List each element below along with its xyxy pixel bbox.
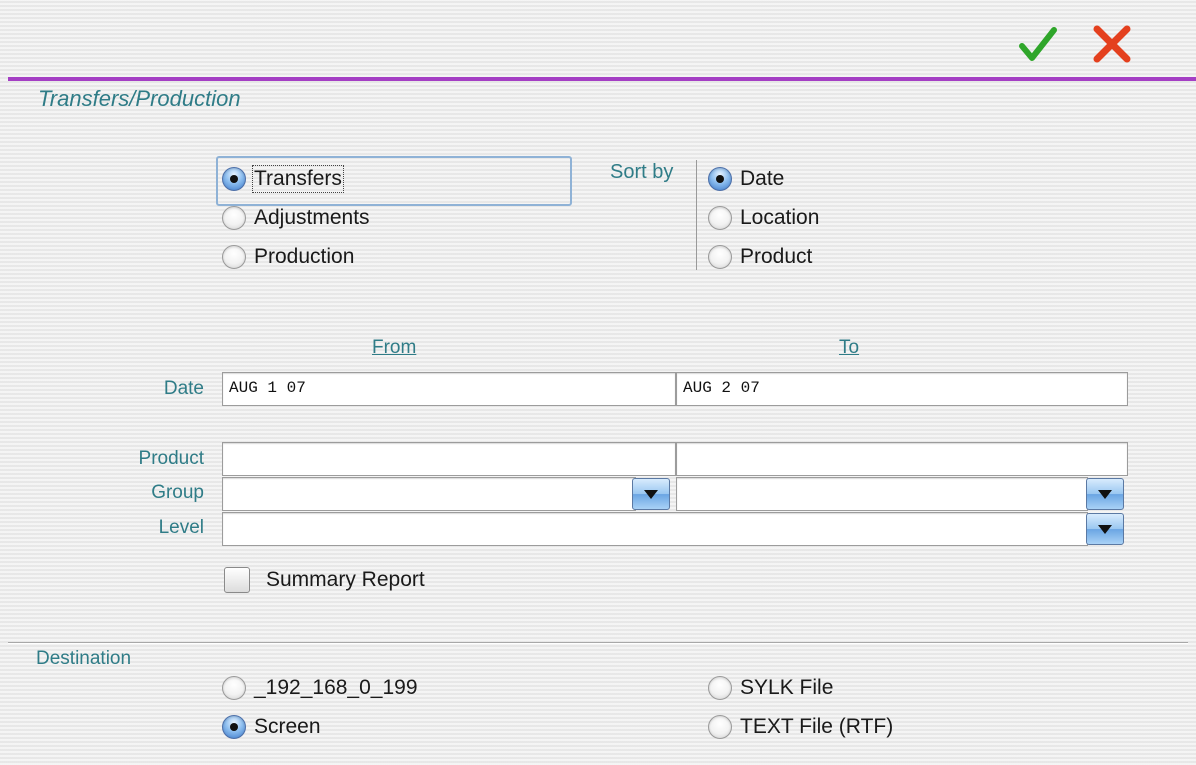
summary-report-checkbox-row[interactable]: Summary Report <box>224 562 425 598</box>
radio-dest-screen[interactable]: Screen <box>222 709 418 745</box>
product-to-field[interactable] <box>676 442 1128 476</box>
radio-label: Screen <box>254 715 321 738</box>
radio-label: Production <box>254 245 355 268</box>
radio-label: Transfers <box>252 165 344 193</box>
group-to-field[interactable] <box>676 477 1088 511</box>
radio-label: _192_168_0_199 <box>254 676 418 699</box>
level-field[interactable] <box>222 512 1088 546</box>
destination-label: Destination <box>36 648 132 669</box>
radio-button[interactable] <box>222 206 246 230</box>
radio-button[interactable] <box>222 167 246 191</box>
radio-button[interactable] <box>708 676 732 700</box>
radio-dest-sylk[interactable]: SYLK File <box>708 670 893 706</box>
header-divider <box>8 77 1196 81</box>
radio-dest-printer[interactable]: _192_168_0_199 <box>222 670 418 706</box>
radio-label: Date <box>740 167 785 190</box>
radio-label: Adjustments <box>254 206 370 229</box>
radio-sort-date[interactable]: Date <box>708 161 819 197</box>
radio-label: Product <box>740 245 813 268</box>
summary-report-checkbox[interactable] <box>224 567 250 593</box>
radio-button[interactable] <box>222 715 246 739</box>
chevron-down-icon <box>1098 524 1112 534</box>
radio-adjustments[interactable]: Adjustments <box>222 200 370 236</box>
radio-production[interactable]: Production <box>222 239 370 275</box>
radio-sort-product[interactable]: Product <box>708 239 819 275</box>
section-divider-highlight <box>8 643 1188 644</box>
chevron-down-icon <box>644 489 658 499</box>
sort-group: Date Location Product <box>708 161 819 275</box>
date-label: Date <box>163 378 204 399</box>
group-from-field[interactable] <box>222 477 636 511</box>
destination-group-right: SYLK File TEXT File (RTF) <box>708 670 893 745</box>
group-label: Group <box>151 482 204 503</box>
to-header: To <box>839 337 860 358</box>
radio-button[interactable] <box>708 206 732 230</box>
radio-dest-text[interactable]: TEXT File (RTF) <box>708 709 893 745</box>
sort-by-label: Sort by <box>610 161 674 183</box>
destination-group-left: _192_168_0_199 Screen <box>222 670 418 745</box>
radio-button[interactable] <box>708 715 732 739</box>
page-title: Transfers/Production <box>38 86 241 111</box>
radio-button[interactable] <box>708 245 732 269</box>
product-label: Product <box>138 448 204 469</box>
from-header: From <box>372 337 417 358</box>
level-label: Level <box>158 517 204 538</box>
radio-sort-location[interactable]: Location <box>708 200 819 236</box>
date-to-field[interactable]: AUG 2 07 <box>676 372 1128 406</box>
radio-transfers[interactable]: Transfers <box>222 161 370 197</box>
date-from-field[interactable]: AUG 1 07 <box>222 372 676 406</box>
radio-label: Location <box>740 206 820 229</box>
radio-button[interactable] <box>708 167 732 191</box>
sort-divider <box>696 160 697 270</box>
report-type-group: Transfers Adjustments Production <box>222 161 370 275</box>
radio-label: SYLK File <box>740 676 834 699</box>
group-from-dropdown[interactable] <box>632 478 670 510</box>
close-icon[interactable] <box>1090 22 1134 66</box>
radio-button[interactable] <box>222 245 246 269</box>
checkmark-icon[interactable] <box>1016 24 1060 68</box>
group-to-dropdown[interactable] <box>1086 478 1124 510</box>
chevron-down-icon <box>1098 489 1112 499</box>
product-from-field[interactable] <box>222 442 676 476</box>
summary-report-label: Summary Report <box>266 568 425 591</box>
radio-button[interactable] <box>222 676 246 700</box>
radio-label: TEXT File (RTF) <box>740 715 894 738</box>
level-dropdown[interactable] <box>1086 513 1124 545</box>
